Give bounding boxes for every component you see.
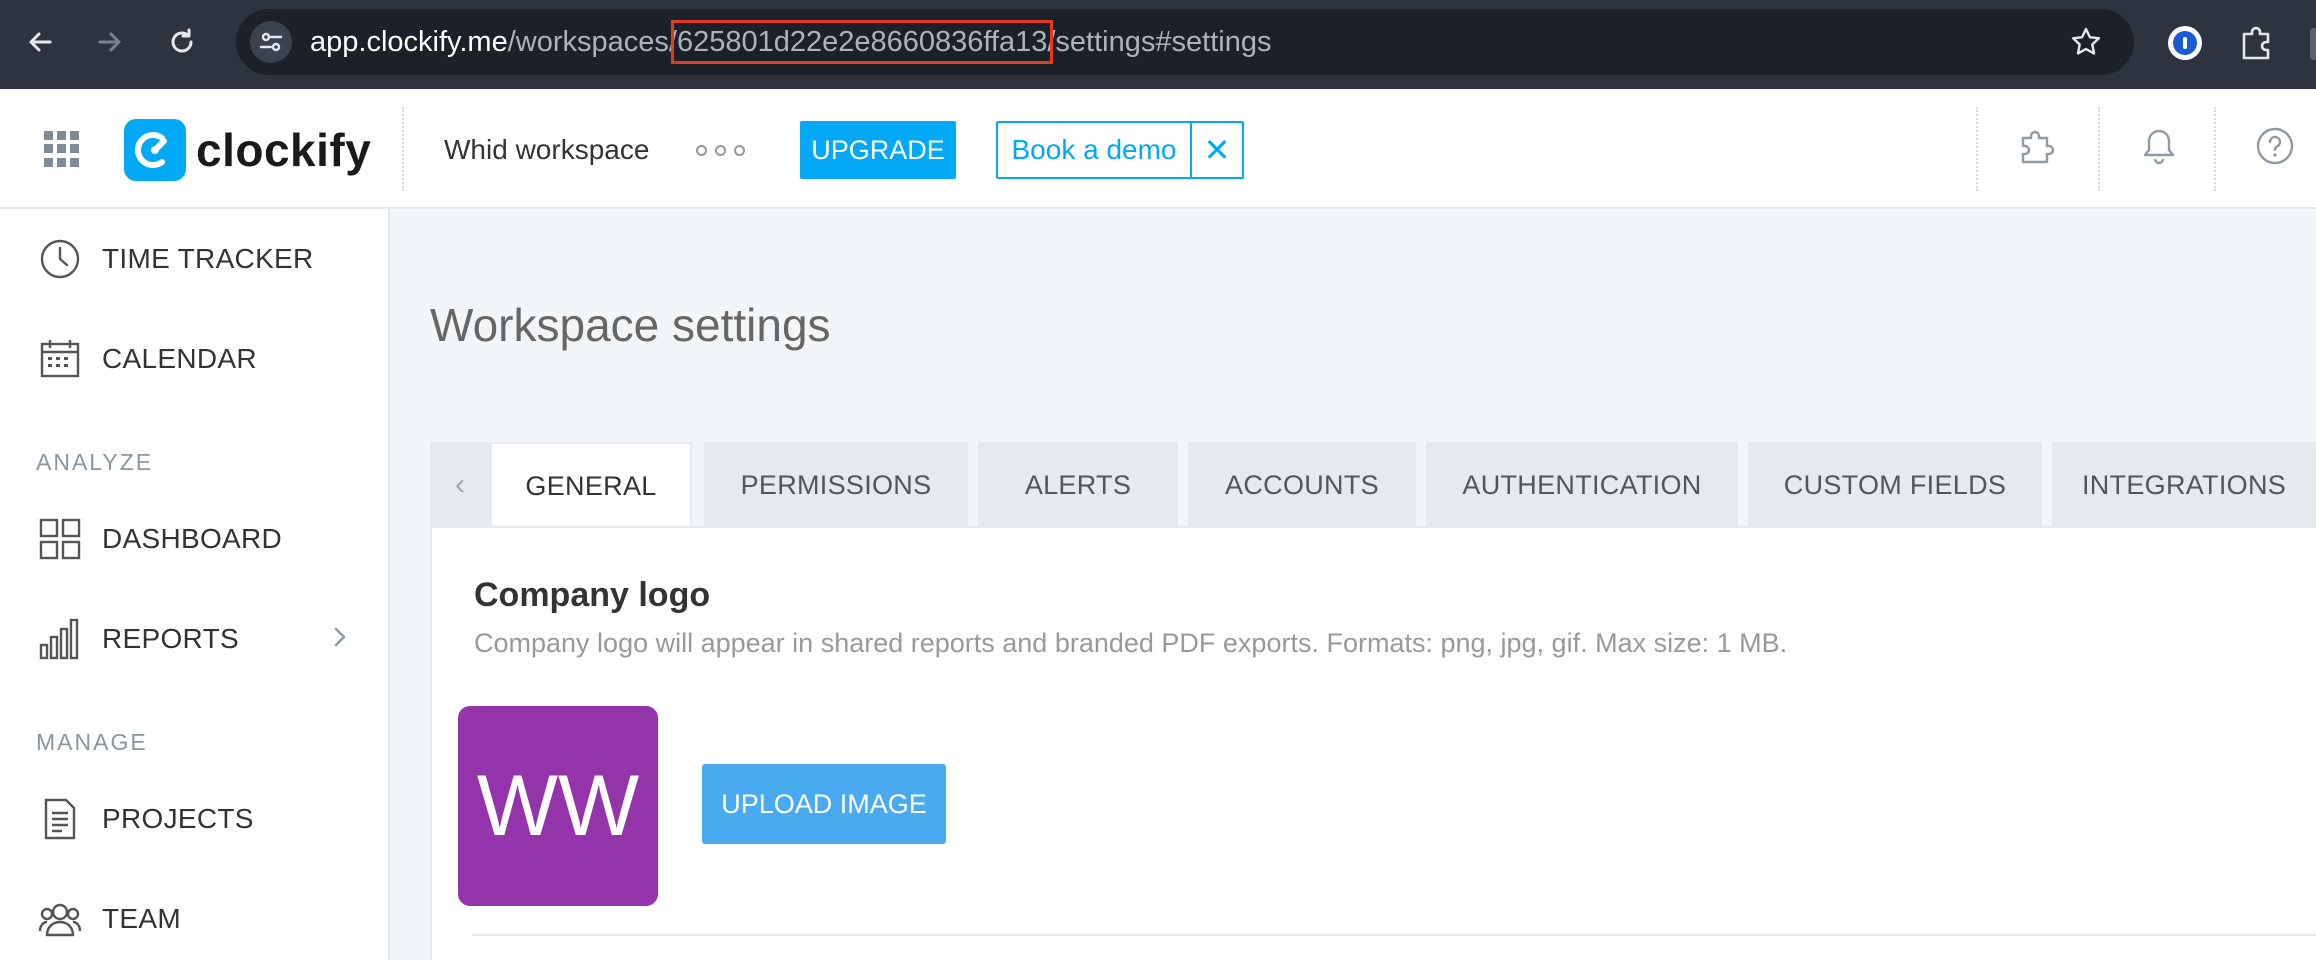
sidebar-item-label: PROJECTS [102,803,254,834]
projects-icon [38,797,82,841]
company-logo-title: Company logo [474,576,711,614]
reload-button[interactable] [162,22,202,62]
sidebar-item-label: CALENDAR [102,343,257,374]
sidebar-item-label: TEAM [102,903,181,934]
tab-authentication[interactable]: AUTHENTICATION [1426,442,1738,528]
extensions-button[interactable] [2236,22,2276,67]
sidebar-item-calendar[interactable]: CALENDAR [0,327,390,391]
app-switcher-icon[interactable] [44,131,80,167]
help-button[interactable] [2254,125,2296,172]
sidebar-item-label: DASHBOARD [102,523,283,554]
tabs-scroll-left-button[interactable]: ‹ [430,442,490,528]
back-button[interactable] [20,22,60,62]
reports-icon [38,617,82,661]
tab-integrations[interactable]: INTEGRATIONS [2052,442,2316,528]
calendar-icon [38,337,82,381]
upgrade-button[interactable]: UPGRADE [800,121,956,179]
url-highlight: 625801d22e2e8660836ffa13 [670,20,1054,64]
upload-image-button[interactable]: UPLOAD IMAGE [702,764,946,844]
page-title: Workspace settings [430,299,831,351]
notifications-button[interactable] [2138,125,2180,172]
tab-alerts[interactable]: ALERTS [978,442,1178,528]
bell-icon [2143,129,2175,165]
close-demo-button[interactable]: ✕ [1192,123,1242,177]
header-divider [402,107,404,191]
section-divider [472,934,2316,936]
reload-icon [171,28,193,53]
url-host: app.clockify.me [310,26,508,58]
forward-button[interactable] [90,22,130,62]
url-text: app.clockify.me/workspaces/625801d22e2e8… [310,20,1272,64]
header-divider [2098,107,2100,191]
sidebar-item-label: TIME TRACKER [102,243,314,274]
tab-permissions[interactable]: PERMISSIONS [704,442,968,528]
url-path-end: /settings#settings [1047,26,1272,58]
star-icon [2071,27,2101,55]
tab-general[interactable]: GENERAL [490,442,692,528]
sidebar-item-projects[interactable]: PROJECTS [0,787,390,851]
sidebar-item-reports[interactable]: REPORTS [0,607,390,671]
puzzle-icon [2021,130,2055,164]
bookmark-button[interactable] [2070,26,2102,63]
puzzle-icon [2242,26,2270,60]
addons-button[interactable] [2016,125,2058,172]
sidebar-item-team[interactable]: TEAM [0,887,390,951]
company-logo-description: Company logo will appear in shared repor… [474,628,1788,658]
header-divider [2214,107,2216,191]
sidebar-item-label: REPORTS [102,623,239,654]
app-header: clockify Whid workspace UPGRADE Book a d… [0,89,2316,209]
section-label-manage: MANAGE [36,729,148,755]
browser-toolbar: app.clockify.me/workspaces/625801d22e2e8… [0,0,2316,89]
header-divider [1976,107,1978,191]
tab-custom-fields[interactable]: CUSTOM FIELDS [1748,442,2042,528]
workspace-name[interactable]: Whid workspace [444,134,649,166]
tab-accounts[interactable]: ACCOUNTS [1188,442,1416,528]
help-icon [2256,127,2294,165]
general-settings-panel: Company logo Company logo will appear in… [430,526,2316,960]
team-icon [38,897,82,941]
chevron-right-icon [330,625,350,654]
address-bar[interactable]: app.clockify.me/workspaces/625801d22e2e8… [236,9,2134,75]
dashboard-icon [38,517,82,561]
window-edge [2310,28,2316,60]
clock-icon [38,237,82,281]
password-manager-extension[interactable] [2168,26,2202,60]
book-demo-button[interactable]: Book a demo [998,123,1192,177]
logo-text: clockify [196,124,372,176]
sidebar-item-dashboard[interactable]: DASHBOARD [0,507,390,571]
clockify-logo-icon [124,119,186,181]
arrow-right-icon [98,32,121,52]
sidebar-item-time-tracker[interactable]: TIME TRACKER [0,227,390,291]
section-label-analyze: ANALYZE [36,449,154,475]
tune-icon [259,32,283,52]
book-demo-button-group: Book a demo ✕ [996,121,1244,179]
settings-tabs: ‹ GENERAL PERMISSIONS ALERTS ACCOUNTS AU… [430,442,2316,528]
sidebar: TIME TRACKER CALENDAR ANALYZE DASHBOARD … [0,209,390,960]
password-manager-icon [2173,31,2197,55]
arrow-left-icon [29,32,52,52]
workspace-menu-icon[interactable] [696,145,745,156]
workspace-logo: WW [458,706,658,906]
site-info-button[interactable] [250,21,292,63]
url-path-start: /workspaces/ [507,26,677,58]
clockify-logo[interactable]: clockify [124,119,371,181]
